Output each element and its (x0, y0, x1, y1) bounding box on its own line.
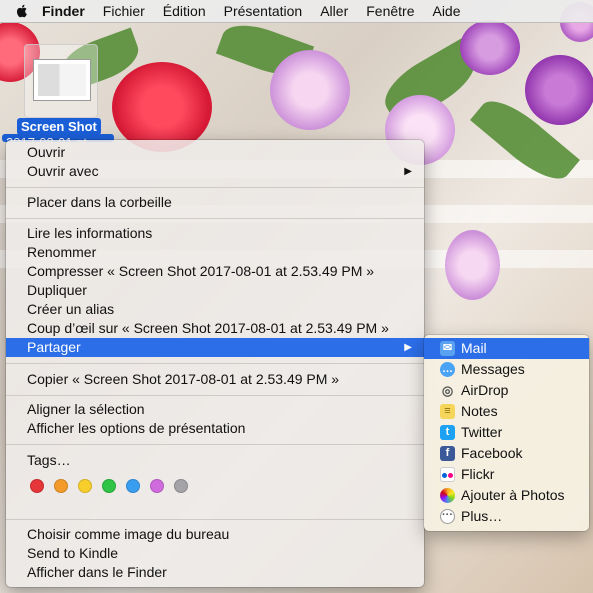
menu-item-creer-alias[interactable]: Créer un alias (6, 300, 424, 319)
share-item-label: Notes (461, 403, 498, 419)
menu-item-renommer[interactable]: Renommer (6, 243, 424, 262)
menu-item-dupliquer[interactable]: Dupliquer (6, 281, 424, 300)
mail-icon: ✉ (440, 341, 455, 356)
menu-aide[interactable]: Aide (432, 3, 460, 19)
separator (6, 444, 424, 445)
messages-icon: … (440, 362, 455, 377)
facebook-icon: f (440, 446, 455, 461)
submenu-arrow-icon: ▶ (404, 166, 412, 177)
menu-item-afficher-finder[interactable]: Afficher dans le Finder (6, 563, 424, 582)
menu-bar: Finder Fichier Édition Présentation Alle… (0, 0, 593, 23)
share-item-label: Twitter (461, 424, 503, 440)
share-item-messages[interactable]: … Messages (424, 359, 589, 380)
notes-icon: ≡ (440, 404, 455, 419)
menu-presentation[interactable]: Présentation (224, 3, 303, 19)
menu-item-ouvrir-avec[interactable]: Ouvrir avec ▶ (6, 162, 424, 181)
menu-item-tags[interactable]: Tags… (6, 451, 424, 470)
menu-item-compresser[interactable]: Compresser « Screen Shot 2017-08-01 at 2… (6, 262, 424, 281)
tag-blue-dot[interactable] (126, 479, 140, 493)
menu-edition[interactable]: Édition (163, 3, 206, 19)
twitter-icon: t (440, 425, 455, 440)
menu-item-send-to-kindle[interactable]: Send to Kindle (6, 544, 424, 563)
menu-aller[interactable]: Aller (320, 3, 348, 19)
share-item-mail[interactable]: ✉ Mail (424, 338, 589, 359)
share-item-flickr[interactable]: Flickr (424, 464, 589, 485)
photos-icon (440, 488, 455, 503)
tag-orange-dot[interactable] (54, 479, 68, 493)
separator (6, 363, 424, 364)
share-item-ajouter-photos[interactable]: Ajouter à Photos (424, 485, 589, 506)
tag-yellow-dot[interactable] (78, 479, 92, 493)
share-item-label: Mail (461, 340, 487, 356)
separator (6, 187, 424, 188)
share-item-label: Flickr (461, 466, 495, 482)
menu-fenetre[interactable]: Fenêtre (366, 3, 414, 19)
context-menu: Ouvrir Ouvrir avec ▶ Placer dans la corb… (6, 140, 424, 587)
tag-gray-dot[interactable] (174, 479, 188, 493)
menu-item-image-bureau[interactable]: Choisir comme image du bureau (6, 525, 424, 544)
share-item-airdrop[interactable]: ◎ AirDrop (424, 380, 589, 401)
share-item-label: Ajouter à Photos (461, 487, 565, 503)
menu-item-copier[interactable]: Copier « Screen Shot 2017-08-01 at 2.53.… (6, 370, 424, 389)
menu-item-label: Partager (27, 339, 81, 355)
menu-item-lire-informations[interactable]: Lire les informations (6, 224, 424, 243)
menu-item-coup-oeil[interactable]: Coup d’œil sur « Screen Shot 2017-08-01 … (6, 319, 424, 338)
share-item-label: Messages (461, 361, 525, 377)
separator (6, 519, 424, 520)
menu-item-label: Ouvrir avec (27, 163, 99, 179)
tag-red-dot[interactable] (30, 479, 44, 493)
submenu-arrow-icon: ▶ (404, 342, 412, 353)
menu-item-options-presentation[interactable]: Afficher les options de présentation (6, 419, 424, 438)
menu-fichier[interactable]: Fichier (103, 3, 145, 19)
apple-icon[interactable] (14, 3, 30, 19)
share-item-notes[interactable]: ≡ Notes (424, 401, 589, 422)
flickr-icon (440, 467, 455, 482)
menu-item-aligner[interactable]: Aligner la sélection (6, 400, 424, 419)
share-item-label: AirDrop (461, 382, 509, 398)
share-item-facebook[interactable]: f Facebook (424, 443, 589, 464)
more-icon: ··· (440, 509, 455, 524)
file-label[interactable]: Screen Shot (17, 118, 101, 135)
share-item-twitter[interactable]: t Twitter (424, 422, 589, 443)
menu-item-corbeille[interactable]: Placer dans la corbeille (6, 193, 424, 212)
tag-colors (30, 479, 188, 493)
separator (6, 218, 424, 219)
file-thumbnail (33, 59, 91, 101)
tag-purple-dot[interactable] (150, 479, 164, 493)
tag-green-dot[interactable] (102, 479, 116, 493)
menu-item-ouvrir[interactable]: Ouvrir (6, 143, 424, 162)
share-submenu: ✉ Mail … Messages ◎ AirDrop ≡ Notes t Tw… (424, 335, 589, 531)
share-item-label: Plus… (461, 508, 503, 524)
file-icon[interactable] (24, 44, 98, 118)
share-item-label: Facebook (461, 445, 523, 461)
airdrop-icon: ◎ (441, 383, 454, 398)
share-item-plus[interactable]: ··· Plus… (424, 506, 589, 527)
menu-item-partager[interactable]: Partager ▶ (6, 338, 424, 357)
menu-finder[interactable]: Finder (42, 3, 85, 19)
separator (6, 395, 424, 396)
